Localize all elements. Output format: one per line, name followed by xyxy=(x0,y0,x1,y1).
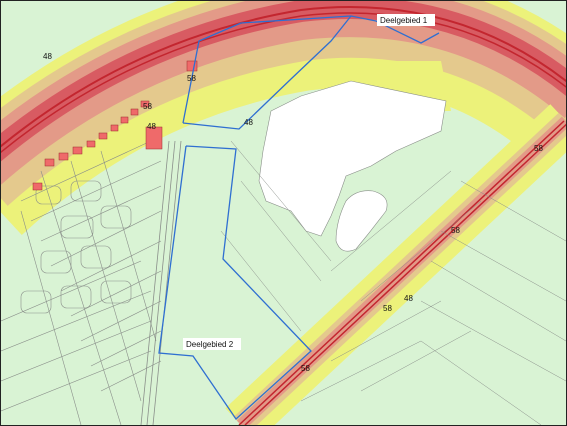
contour-value: 58 xyxy=(383,304,392,313)
contour-value: 58 xyxy=(534,144,543,153)
map-frame: Deelgebied 1 Deelgebied 2 48 58 48 48 58… xyxy=(0,0,567,426)
building xyxy=(44,158,55,167)
building xyxy=(86,140,96,148)
building xyxy=(72,146,83,155)
building xyxy=(32,182,43,191)
building xyxy=(98,132,108,140)
building xyxy=(130,108,139,116)
building xyxy=(58,152,69,161)
deelgebied-1-label: Deelgebied 1 xyxy=(380,16,428,25)
contour-value: 58 xyxy=(451,226,460,235)
contour-value: 58 xyxy=(187,74,196,83)
contour-value: 58 xyxy=(143,102,152,111)
contour-value: 58 xyxy=(301,364,310,373)
building xyxy=(186,60,198,72)
building xyxy=(120,116,129,124)
noise-contour-map: Deelgebied 1 Deelgebied 2 48 58 48 48 58… xyxy=(1,1,566,425)
deelgebied-2-label: Deelgebied 2 xyxy=(186,340,234,349)
contour-value: 48 xyxy=(244,118,253,127)
contour-value: 48 xyxy=(404,294,413,303)
contour-value: 48 xyxy=(43,52,52,61)
contour-value: 48 xyxy=(147,122,156,131)
building xyxy=(110,124,119,132)
